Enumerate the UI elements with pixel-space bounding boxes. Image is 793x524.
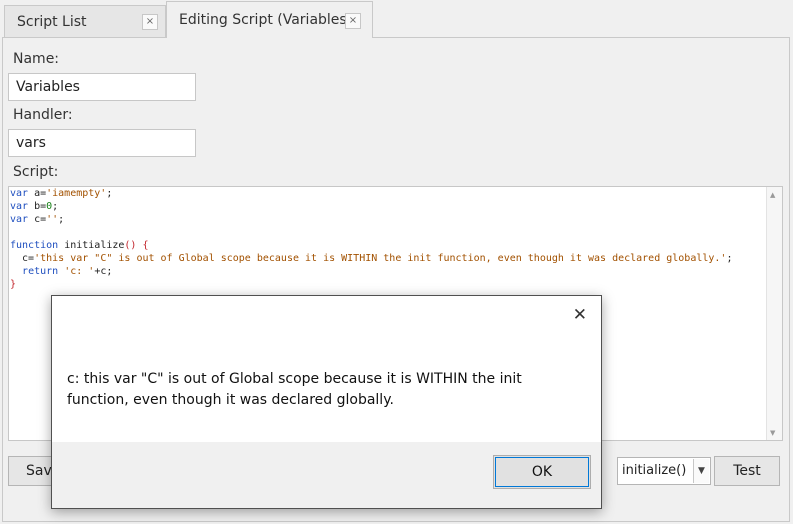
handler-select-value: initialize() — [622, 463, 687, 478]
code-text: ; — [52, 201, 59, 212]
handler-label: Handler: — [13, 107, 73, 123]
code-string: 'c: ' — [64, 266, 95, 277]
code-text: +c; — [94, 266, 113, 277]
name-label: Name: — [13, 51, 60, 67]
close-icon[interactable]: × — [142, 14, 158, 30]
code-brace: } — [10, 279, 17, 290]
tab-script-list[interactable]: Script List × — [4, 5, 166, 37]
tab-label: Editing Script (Variables) — [179, 12, 353, 28]
code-text: ; — [106, 188, 113, 199]
dialog-message: c: this var "C" is out of Global scope b… — [67, 371, 522, 408]
vertical-scrollbar[interactable]: ▲ ▼ — [766, 187, 782, 440]
code-keyword: var — [10, 214, 29, 225]
code-function-name: initialize — [58, 240, 125, 251]
close-icon[interactable]: × — [345, 13, 361, 29]
scroll-up-icon[interactable]: ▲ — [770, 191, 775, 199]
handler-input[interactable] — [8, 129, 196, 157]
code-text: c= — [28, 214, 47, 225]
tab-editing-script[interactable]: Editing Script (Variables) × — [166, 1, 373, 38]
code-string: 'this var "C" is out of Global scope bec… — [34, 253, 727, 264]
code-text: c= — [10, 253, 35, 264]
code-keyword: return — [22, 266, 59, 277]
ok-button[interactable]: OK — [493, 455, 591, 489]
code-text: a= — [28, 188, 47, 199]
code-text: ; — [58, 214, 65, 225]
code-keyword: var — [10, 201, 29, 212]
code-keyword: var — [10, 188, 29, 199]
code-paren: () { — [124, 240, 149, 251]
test-button-label: Test — [733, 463, 761, 479]
script-label: Script: — [13, 164, 59, 180]
scroll-down-icon[interactable]: ▼ — [770, 429, 775, 437]
dialog-footer: OK — [52, 442, 601, 508]
code-text: b= — [28, 201, 47, 212]
handler-select[interactable]: initialize() ▼ — [617, 457, 711, 485]
code-string: 'iamempty' — [46, 188, 107, 199]
code-area[interactable]: var a='iamempty'; var b=0; var c=''; fun… — [9, 187, 782, 291]
chevron-down-icon[interactable]: ▼ — [693, 459, 709, 483]
tab-strip: Script List × Editing Script (Variables)… — [0, 0, 793, 38]
test-button[interactable]: Test — [714, 456, 780, 486]
ok-button-label: OK — [531, 464, 553, 480]
code-keyword: function — [10, 240, 59, 251]
code-text: ; — [726, 253, 733, 264]
close-icon[interactable]: ✕ — [573, 305, 587, 325]
name-input[interactable] — [8, 73, 196, 101]
message-dialog: ✕ c: this var "C" is out of Global scope… — [51, 295, 602, 509]
tab-label: Script List — [17, 13, 87, 30]
code-string: '' — [46, 214, 59, 225]
